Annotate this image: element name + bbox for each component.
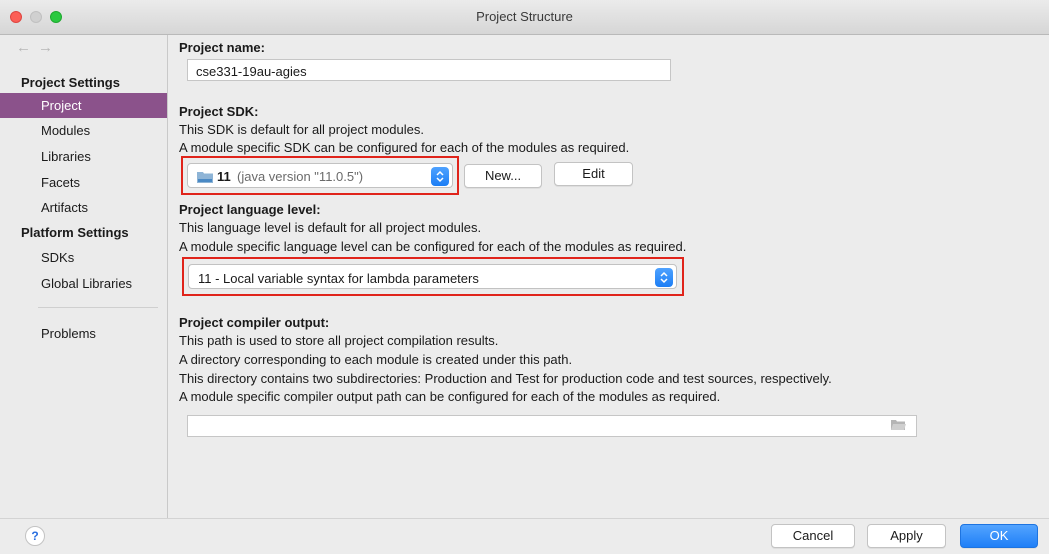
project-name-input[interactable]: cse331-19au-agies: [187, 59, 671, 81]
dialog-footer: ? Cancel Apply OK: [0, 518, 1049, 554]
cancel-button[interactable]: Cancel: [771, 524, 855, 548]
language-level-label: Project language level:: [179, 202, 321, 217]
compiler-output-description-2: A directory corresponding to each module…: [179, 352, 573, 367]
compiler-output-description-3: This directory contains two subdirectori…: [179, 371, 832, 386]
language-level-value: 11 - Local variable syntax for lambda pa…: [198, 271, 479, 286]
sidebar-item-problems[interactable]: Problems: [0, 321, 167, 346]
sidebar-item-libraries[interactable]: Libraries: [0, 144, 167, 169]
title-bar: Project Structure: [0, 0, 1049, 35]
sidebar-item-artifacts[interactable]: Artifacts: [0, 195, 167, 220]
sidebar-divider: [38, 307, 158, 308]
sidebar-item-sdks[interactable]: SDKs: [0, 245, 167, 270]
sidebar: ← → Project Settings Project Modules Lib…: [0, 35, 168, 518]
chevron-up-down-icon: [655, 268, 673, 287]
chevron-up-down-icon: [431, 167, 449, 186]
compiler-output-path-input[interactable]: [187, 415, 917, 437]
project-settings-panel: Project name: cse331-19au-agies Project …: [168, 35, 1049, 518]
sidebar-item-modules[interactable]: Modules: [0, 118, 167, 143]
sdk-description-1: This SDK is default for all project modu…: [179, 122, 424, 137]
new-sdk-button[interactable]: New...: [464, 164, 542, 188]
project-name-value: cse331-19au-agies: [196, 64, 307, 79]
help-button[interactable]: ?: [25, 526, 45, 546]
back-arrow-icon[interactable]: ←: [16, 39, 31, 56]
sdk-select[interactable]: 11 (java version "11.0.5"): [187, 163, 453, 188]
project-sdk-label: Project SDK:: [179, 104, 259, 119]
sidebar-item-project[interactable]: Project: [0, 93, 167, 118]
sdk-version: 11: [217, 169, 231, 184]
compiler-output-description-4: A module specific compiler output path c…: [179, 389, 721, 404]
language-level-description-1: This language level is default for all p…: [179, 220, 482, 235]
apply-button[interactable]: Apply: [867, 524, 946, 548]
window-title: Project Structure: [476, 9, 573, 24]
project-name-label: Project name:: [179, 40, 265, 55]
language-level-select[interactable]: 11 - Local variable syntax for lambda pa…: [188, 264, 677, 289]
sidebar-item-global-libraries[interactable]: Global Libraries: [0, 271, 167, 296]
sidebar-item-facets[interactable]: Facets: [0, 170, 167, 195]
sdk-version-detail: (java version "11.0.5"): [237, 169, 364, 184]
edit-sdk-button[interactable]: Edit: [554, 162, 633, 186]
compiler-output-description-1: This path is used to store all project c…: [179, 333, 499, 348]
compiler-output-label: Project compiler output:: [179, 315, 330, 330]
forward-arrow-icon[interactable]: →: [38, 39, 53, 56]
folder-icon: [197, 170, 213, 186]
sdk-description-2: A module specific SDK can be configured …: [179, 140, 630, 155]
platform-settings-header: Platform Settings: [21, 225, 129, 240]
ok-button[interactable]: OK: [960, 524, 1038, 548]
browse-folder-icon[interactable]: [891, 419, 906, 434]
project-settings-header: Project Settings: [21, 75, 120, 90]
language-level-description-2: A module specific language level can be …: [179, 239, 687, 254]
